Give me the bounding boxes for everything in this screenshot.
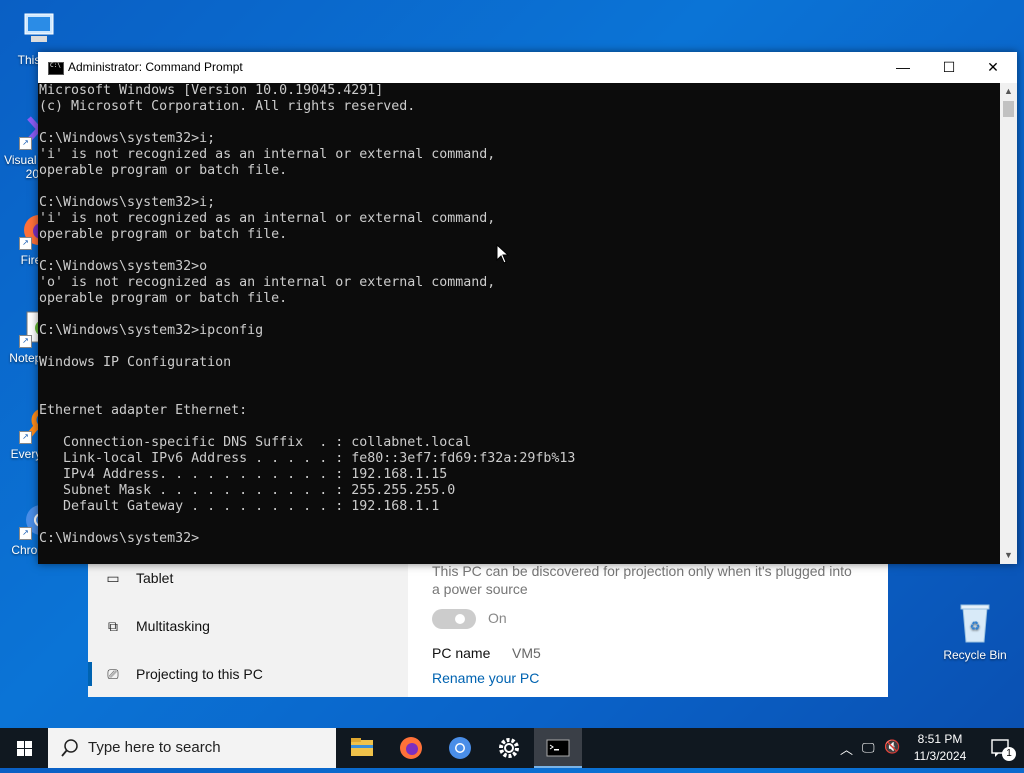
console-line: Ethernet adapter Ethernet: bbox=[39, 403, 248, 418]
pc-name-value: VM5 bbox=[512, 645, 541, 661]
nav-item-multitasking[interactable]: ⧉ Multitasking bbox=[88, 606, 408, 646]
projection-toggle[interactable] bbox=[432, 609, 476, 629]
console-line: 'i' is not recognized as an internal or … bbox=[39, 147, 496, 162]
console-line: operable program or batch file. bbox=[39, 227, 288, 242]
scroll-thumb[interactable] bbox=[1003, 101, 1014, 117]
search-icon bbox=[61, 739, 78, 757]
svg-text:♻: ♻ bbox=[970, 619, 981, 633]
taskbar-file-explorer[interactable] bbox=[338, 728, 386, 768]
console-line: Default Gateway . . . . . . . . . : 192.… bbox=[39, 499, 440, 514]
scroll-down-icon[interactable]: ▼ bbox=[1000, 547, 1017, 564]
nav-item-label: Multitasking bbox=[136, 618, 210, 634]
clock-date: 11/3/2024 bbox=[913, 749, 967, 763]
mouse-cursor-icon bbox=[496, 243, 510, 269]
taskbar-command-prompt[interactable] bbox=[534, 728, 582, 768]
console-line: C:\Windows\system32> bbox=[39, 531, 200, 546]
scroll-up-icon[interactable]: ▲ bbox=[1000, 83, 1017, 100]
minimize-button[interactable]: — bbox=[880, 52, 926, 83]
console-line: 'i' is not recognized as an internal or … bbox=[39, 211, 496, 226]
nav-item-label: Projecting to this PC bbox=[136, 666, 263, 682]
settings-nav: ▭ Tablet ⧉ Multitasking ⎚ Projecting to … bbox=[88, 548, 408, 697]
vertical-scrollbar[interactable]: ▲ ▼ bbox=[1000, 83, 1017, 564]
settings-gear-icon bbox=[499, 738, 519, 758]
console-line: operable program or batch file. bbox=[39, 291, 288, 306]
console-line: operable program or batch file. bbox=[39, 163, 288, 178]
tablet-icon: ▭ bbox=[106, 570, 120, 586]
console-line: C:\Windows\system32>o bbox=[39, 259, 208, 274]
pc-name-label: PC name bbox=[432, 645, 491, 661]
console-line: Microsoft Windows [Version 10.0.19045.42… bbox=[39, 83, 384, 98]
command-prompt-icon bbox=[48, 62, 64, 75]
console-line: C:\Windows\system32>i; bbox=[39, 195, 216, 210]
system-tray: ︿ 🖵 🔇 bbox=[836, 728, 900, 768]
console-line: IPv4 Address. . . . . . . . . . . : 192.… bbox=[39, 467, 448, 482]
file-explorer-icon bbox=[351, 738, 373, 756]
volume-muted-icon[interactable]: 🔇 bbox=[884, 739, 900, 755]
chevron-up-icon[interactable]: ︿ bbox=[840, 739, 853, 758]
notification-icon bbox=[991, 739, 1009, 757]
settings-window: ▭ Tablet ⧉ Multitasking ⎚ Projecting to … bbox=[88, 548, 888, 697]
network-icon[interactable]: 🖵 bbox=[862, 740, 875, 756]
shortcut-arrow-icon: ↗ bbox=[19, 431, 32, 444]
console-output[interactable]: Microsoft Windows [Version 10.0.19045.42… bbox=[39, 83, 999, 563]
cmd-titlebar[interactable]: Administrator: Command Prompt — ☐ ✕ bbox=[38, 52, 1017, 83]
taskbar: Type here to search ︿ 🖵 🔇 8:51 PM 11/3/2… bbox=[0, 728, 1024, 768]
console-line: C:\Windows\system32>ipconfig bbox=[39, 323, 264, 338]
recycle-bin-icon: ♻ bbox=[955, 600, 995, 644]
close-button[interactable]: ✕ bbox=[970, 52, 1016, 83]
nav-item-label: Tablet bbox=[136, 570, 174, 586]
toggle-label: On bbox=[488, 610, 507, 626]
taskbar-clock[interactable]: 8:51 PM 11/3/2024 bbox=[900, 731, 980, 765]
notification-center-button[interactable]: 1 bbox=[980, 728, 1024, 768]
firefox-icon bbox=[400, 737, 422, 759]
taskbar-settings[interactable] bbox=[485, 728, 533, 768]
console-line: 'o' is not recognized as an internal or … bbox=[39, 275, 496, 290]
taskbar-firefox[interactable] bbox=[387, 728, 435, 768]
shortcut-arrow-icon: ↗ bbox=[19, 137, 32, 150]
projecting-icon: ⎚ bbox=[107, 666, 119, 682]
chromium-icon bbox=[449, 737, 471, 759]
start-button[interactable] bbox=[0, 728, 48, 768]
command-prompt-window[interactable]: Administrator: Command Prompt — ☐ ✕ Micr… bbox=[38, 52, 1017, 564]
rename-pc-link[interactable]: Rename your PC bbox=[432, 670, 539, 686]
console-line: Subnet Mask . . . . . . . . . . . : 255.… bbox=[39, 483, 456, 498]
shortcut-arrow-icon: ↗ bbox=[19, 527, 32, 540]
nav-item-projecting[interactable]: ⎚ Projecting to this PC bbox=[88, 654, 408, 694]
console-line: Windows IP Configuration bbox=[39, 355, 232, 370]
console-line: Connection-specific DNS Suffix . : colla… bbox=[39, 435, 472, 450]
window-title: Administrator: Command Prompt bbox=[68, 60, 243, 74]
console-line: (c) Microsoft Corporation. All rights re… bbox=[39, 99, 416, 114]
console-line: Link-local IPv6 Address . . . . . : fe80… bbox=[39, 451, 576, 466]
shortcut-arrow-icon: ↗ bbox=[19, 237, 32, 250]
projection-description: This PC can be discovered for projection… bbox=[432, 563, 852, 597]
multitasking-icon: ⧉ bbox=[108, 618, 118, 634]
nav-item-tablet[interactable]: ▭ Tablet bbox=[88, 558, 408, 598]
windows-logo-icon bbox=[17, 741, 32, 756]
shortcut-arrow-icon: ↗ bbox=[19, 335, 32, 348]
taskbar-search-box[interactable]: Type here to search bbox=[48, 728, 336, 768]
maximize-button[interactable]: ☐ bbox=[926, 52, 972, 83]
settings-content: This PC can be discovered for projection… bbox=[432, 548, 872, 697]
recycle-bin-label: Recycle Bin bbox=[943, 648, 1007, 662]
taskbar-chromium[interactable] bbox=[436, 728, 484, 768]
clock-time: 8:51 PM bbox=[917, 732, 963, 746]
search-placeholder: Type here to search bbox=[88, 739, 221, 756]
console-line: C:\Windows\system32>i; bbox=[39, 131, 216, 146]
monitor-icon bbox=[19, 10, 59, 50]
command-prompt-icon bbox=[546, 739, 570, 757]
desktop-icon-recycle-bin[interactable]: ♻ Recycle Bin bbox=[940, 600, 1010, 662]
notification-count-badge: 1 bbox=[1002, 747, 1016, 761]
